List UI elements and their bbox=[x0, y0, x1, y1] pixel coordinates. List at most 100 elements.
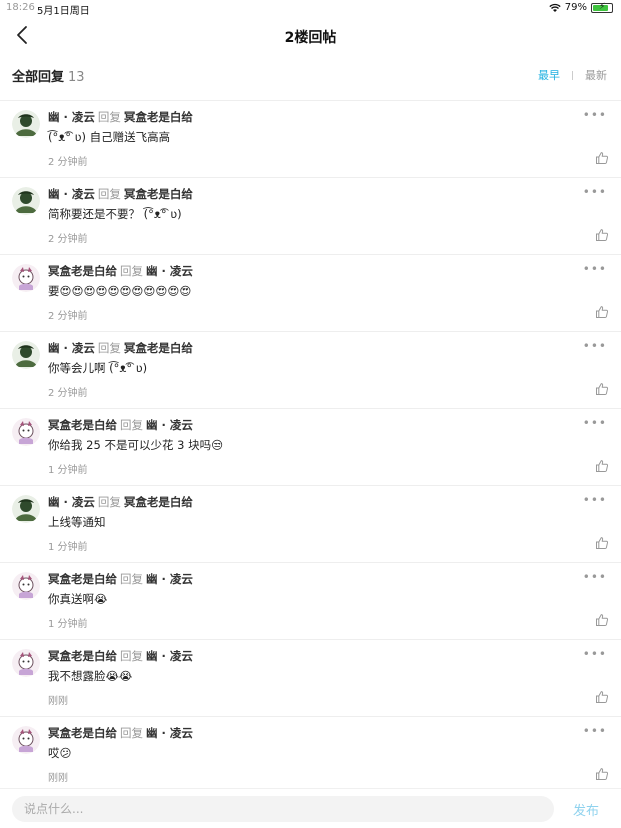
target-name[interactable]: 幽 · 凌云 bbox=[146, 418, 193, 432]
status-right: 79% ⚡ bbox=[549, 2, 613, 13]
status-date: 5月1日周日 bbox=[37, 6, 90, 17]
reply-word: 回复 bbox=[120, 572, 143, 586]
avatar[interactable] bbox=[12, 495, 40, 523]
reply-word: 回复 bbox=[120, 264, 143, 278]
author-name[interactable]: 冥盒老是白给 bbox=[48, 264, 117, 278]
target-name[interactable]: 冥盒老是白给 bbox=[124, 495, 193, 509]
reply-names: 幽 · 凌云 回复 冥盒老是白给 bbox=[48, 340, 193, 356]
reply-text: 简称要还是不要？ (͡°ᴥ͡° ʋ) bbox=[48, 207, 182, 221]
reply-text: 哎😕 bbox=[48, 746, 72, 760]
thumbs-up-icon[interactable] bbox=[595, 228, 609, 242]
target-name[interactable]: 冥盒老是白给 bbox=[124, 187, 193, 201]
reply-text: 我不想露脸😭😭 bbox=[48, 669, 133, 683]
status-time: 18:26 bbox=[6, 2, 35, 13]
author-name[interactable]: 幽 · 凌云 bbox=[48, 341, 95, 355]
author-name[interactable]: 冥盒老是白给 bbox=[48, 418, 117, 432]
reply-item: 幽 · 凌云 回复 冥盒老是白给 简称要还是不要？ (͡°ᴥ͡° ʋ) 2 分钟前 … bbox=[0, 177, 621, 254]
avatar[interactable] bbox=[12, 110, 40, 138]
reply-time: 1 分钟前 bbox=[48, 465, 88, 476]
more-options-icon[interactable]: ••• bbox=[583, 493, 607, 507]
target-name[interactable]: 幽 · 凌云 bbox=[146, 572, 193, 586]
reply-word: 回复 bbox=[120, 726, 143, 740]
reply-time: 刚刚 bbox=[48, 696, 68, 707]
battery-percent: 79% bbox=[564, 2, 587, 13]
comment-input[interactable] bbox=[12, 796, 554, 822]
more-options-icon[interactable]: ••• bbox=[583, 724, 607, 738]
sort-latest-button[interactable]: 最新 bbox=[585, 67, 607, 83]
reply-word: 回复 bbox=[120, 649, 143, 663]
thumbs-up-icon[interactable] bbox=[595, 382, 609, 396]
author-name[interactable]: 冥盒老是白给 bbox=[48, 649, 117, 663]
reply-item: 冥盒老是白给 回复幽 · 凌云 你真送啊😭 1 分钟前 ••• bbox=[0, 562, 621, 639]
all-replies-label: 全部回复 13 bbox=[12, 70, 85, 85]
reply-word: 回复 bbox=[120, 418, 143, 432]
reply-item: 幽 · 凌云 回复 冥盒老是白给 你等会儿啊 (͡°ᴥ͡° ʋ) 2 分钟前 ••• bbox=[0, 331, 621, 408]
more-options-icon[interactable]: ••• bbox=[583, 185, 607, 199]
author-name[interactable]: 冥盒老是白给 bbox=[48, 572, 117, 586]
author-name[interactable]: 幽 · 凌云 bbox=[48, 495, 95, 509]
reply-item: 冥盒老是白给 回复幽 · 凌云 你给我 25 不是可以少花 3 块吗😒 1 分钟前… bbox=[0, 408, 621, 485]
nav-bar: 2楼回帖 bbox=[0, 18, 621, 56]
page-title: 2楼回帖 bbox=[284, 30, 337, 46]
reply-time: 2 分钟前 bbox=[48, 311, 88, 322]
target-name[interactable]: 幽 · 凌云 bbox=[146, 649, 193, 663]
avatar[interactable] bbox=[12, 726, 40, 754]
reply-names: 幽 · 凌云 回复 冥盒老是白给 bbox=[48, 109, 193, 125]
reply-time: 1 分钟前 bbox=[48, 542, 88, 553]
author-name[interactable]: 幽 · 凌云 bbox=[48, 187, 95, 201]
avatar[interactable] bbox=[12, 264, 40, 292]
reply-names: 冥盒老是白给 回复幽 · 凌云 bbox=[48, 417, 193, 433]
avatar[interactable] bbox=[12, 341, 40, 369]
sort-earliest-button[interactable]: 最早 bbox=[538, 67, 560, 83]
more-options-icon[interactable]: ••• bbox=[583, 262, 607, 276]
more-options-icon[interactable]: ••• bbox=[583, 108, 607, 122]
reply-text: 上线等通知 bbox=[48, 515, 106, 529]
avatar[interactable] bbox=[12, 649, 40, 677]
thumbs-up-icon[interactable] bbox=[595, 767, 609, 781]
author-name[interactable]: 冥盒老是白给 bbox=[48, 726, 117, 740]
target-name[interactable]: 幽 · 凌云 bbox=[146, 264, 193, 278]
author-name[interactable]: 幽 · 凌云 bbox=[48, 110, 95, 124]
more-options-icon[interactable]: ••• bbox=[583, 416, 607, 430]
reply-time: 2 分钟前 bbox=[48, 234, 88, 245]
more-options-icon[interactable]: ••• bbox=[583, 570, 607, 584]
publish-button[interactable]: 发布 bbox=[573, 800, 599, 819]
reply-names: 冥盒老是白给 回复幽 · 凌云 bbox=[48, 648, 193, 664]
status-bar: 18:26 5月1日周日 79% ⚡ bbox=[0, 0, 621, 17]
target-name[interactable]: 冥盒老是白给 bbox=[124, 110, 193, 124]
wifi-icon bbox=[549, 3, 561, 12]
reply-names: 幽 · 凌云 回复 冥盒老是白给 bbox=[48, 186, 193, 202]
avatar[interactable] bbox=[12, 572, 40, 600]
reply-count: 13 bbox=[68, 70, 85, 85]
reply-time: 1 分钟前 bbox=[48, 619, 88, 630]
reply-item: 冥盒老是白给 回复幽 · 凌云 我不想露脸😭😭 刚刚 ••• bbox=[0, 639, 621, 716]
more-options-icon[interactable]: ••• bbox=[583, 339, 607, 353]
reply-item: 幽 · 凌云 回复 冥盒老是白给 上线等通知 1 分钟前 ••• bbox=[0, 485, 621, 562]
reply-time: 2 分钟前 bbox=[48, 388, 88, 399]
target-name[interactable]: 幽 · 凌云 bbox=[146, 726, 193, 740]
more-options-icon[interactable]: ••• bbox=[583, 647, 607, 661]
reply-header: 全部回复 13 最早 最新 bbox=[0, 64, 621, 86]
avatar[interactable] bbox=[12, 418, 40, 446]
reply-text: 要😍😍😍😍😍😍😍😍😍😍😍 bbox=[48, 284, 192, 298]
thumbs-up-icon[interactable] bbox=[595, 690, 609, 704]
sort-divider bbox=[572, 70, 573, 80]
sort-options: 最早 最新 bbox=[538, 67, 607, 83]
reply-names: 冥盒老是白给 回复幽 · 凌云 bbox=[48, 263, 193, 279]
reply-text: (͡°ᴥ͡° ʋ) 自己赠送飞高高 bbox=[48, 130, 171, 144]
thumbs-up-icon[interactable] bbox=[595, 536, 609, 550]
battery-icon: ⚡ bbox=[591, 2, 613, 13]
thumbs-up-icon[interactable] bbox=[595, 613, 609, 627]
reply-word: 回复 bbox=[97, 187, 121, 201]
reply-names: 冥盒老是白给 回复幽 · 凌云 bbox=[48, 571, 193, 587]
reply-time: 2 分钟前 bbox=[48, 157, 88, 168]
avatar[interactable] bbox=[12, 187, 40, 215]
thumbs-up-icon[interactable] bbox=[595, 459, 609, 473]
reply-item: 冥盒老是白给 回复幽 · 凌云 要😍😍😍😍😍😍😍😍😍😍😍 2 分钟前 ••• bbox=[0, 254, 621, 331]
target-name[interactable]: 冥盒老是白给 bbox=[124, 341, 193, 355]
thumbs-up-icon[interactable] bbox=[595, 305, 609, 319]
reply-time: 刚刚 bbox=[48, 773, 68, 784]
thumbs-up-icon[interactable] bbox=[595, 151, 609, 165]
composer-bar: 发布 bbox=[0, 788, 621, 828]
reply-text: 你给我 25 不是可以少花 3 块吗😒 bbox=[48, 438, 224, 452]
